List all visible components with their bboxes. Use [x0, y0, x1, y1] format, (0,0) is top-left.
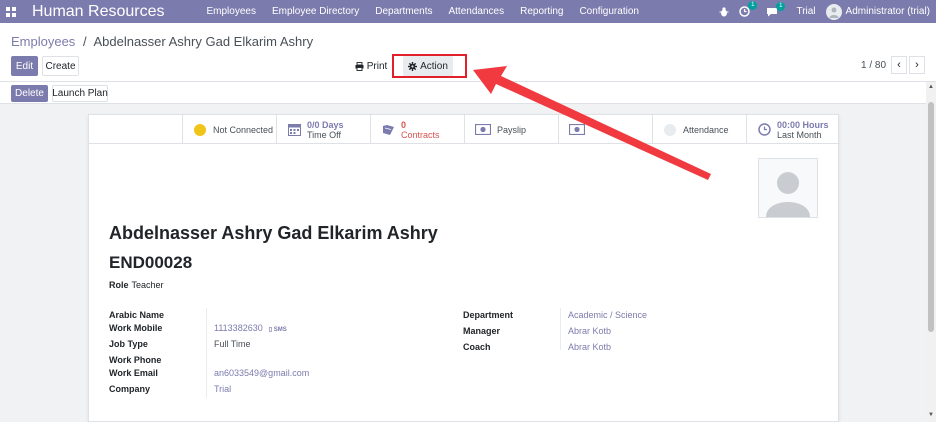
menu-configuration[interactable]: Configuration: [571, 6, 646, 17]
job-type-value[interactable]: Full Time: [214, 339, 251, 349]
contracts-count: 0: [401, 119, 407, 130]
coach-value[interactable]: Abrar Kotb: [568, 342, 611, 352]
breadcrumb-employees[interactable]: Employees: [11, 34, 75, 49]
top-navbar: Human Resources Employees Employee Direc…: [0, 0, 936, 23]
menu-attendances[interactable]: Attendances: [440, 6, 512, 17]
print-icon: [355, 61, 364, 71]
manager-value[interactable]: Abrar Kotb: [568, 326, 611, 336]
attendance-dot-icon: [663, 123, 677, 137]
calendar-icon: [287, 123, 301, 137]
delete-button[interactable]: Delete: [11, 85, 48, 102]
work-mobile-label: Work Mobile: [109, 323, 163, 333]
work-email-value[interactable]: an6033549@gmail.com: [214, 368, 309, 378]
hours-smart-button[interactable]: 00:00 Hours Last Month: [746, 115, 840, 144]
pager-next-button[interactable]: ›: [909, 56, 925, 74]
work-mobile-value: 1113382630: [214, 323, 263, 333]
breadcrumb-current: Abdelnasser Ashry Gad Elkarim Ashry: [93, 34, 314, 49]
payslip-label: Payslip: [497, 124, 527, 135]
print-label: Print: [366, 60, 388, 72]
hours-value: 00:00 Hours: [777, 119, 829, 130]
chevron-left-icon: ‹: [897, 59, 901, 71]
annotation-highlight-box: [392, 54, 467, 78]
clock-icon: [757, 123, 771, 137]
app-title[interactable]: Human Resources: [32, 3, 165, 21]
timeoff-smart-button[interactable]: 0/0 Days Time Off: [276, 115, 370, 144]
activity-icon[interactable]: 1: [739, 1, 758, 17]
breadcrumb: Employees / Abdelnasser Ashry Gad Elkari…: [11, 34, 313, 49]
edit-button[interactable]: Edit: [11, 56, 38, 76]
apps-menu-icon[interactable]: [0, 0, 22, 23]
mobile-icon: ▯: [268, 327, 273, 333]
department-label: Department: [463, 310, 514, 320]
employee-photo[interactable]: [758, 158, 818, 218]
hours-label: Last Month: [777, 129, 822, 140]
user-avatar-icon: [825, 3, 842, 20]
sms-button[interactable]: ▯ SMS: [269, 327, 287, 333]
pager-value[interactable]: 1 / 80: [861, 60, 886, 71]
scroll-down-icon[interactable]: ▼: [928, 412, 934, 418]
job-type-label: Job Type: [109, 339, 148, 349]
arabic-name-label: Arabic Name: [109, 310, 165, 320]
role-label: Role: [109, 280, 129, 290]
role-value[interactable]: Teacher: [132, 280, 164, 290]
menu-reporting[interactable]: Reporting: [512, 6, 571, 17]
print-button[interactable]: Print: [351, 56, 391, 76]
money-smart-button[interactable]: [558, 115, 652, 144]
bug-icon[interactable]: [719, 6, 729, 17]
presence-smart-button[interactable]: Not Connected: [182, 115, 276, 144]
sms-label: SMS: [273, 327, 287, 333]
chevron-right-icon: ›: [915, 59, 919, 71]
message-count-badge: 1: [776, 1, 786, 11]
employee-name[interactable]: Abdelnasser Ashry Gad Elkarim Ashry: [109, 223, 438, 244]
money-icon: [475, 123, 491, 137]
menu-employee-directory[interactable]: Employee Directory: [264, 6, 367, 17]
company-switcher[interactable]: Trial: [796, 6, 815, 17]
right-column-separator: [560, 308, 561, 350]
presence-dot-icon: [193, 123, 207, 137]
book-icon: [381, 123, 395, 137]
manager-label: Manager: [463, 326, 501, 336]
activity-count-badge: 1: [748, 1, 758, 10]
user-name: Administrator (trial): [845, 6, 930, 17]
menu-departments[interactable]: Departments: [367, 6, 440, 17]
user-menu[interactable]: Administrator (trial): [825, 3, 930, 20]
contracts-smart-button[interactable]: 0 Contracts: [370, 115, 464, 144]
coach-label: Coach: [463, 342, 491, 352]
scroll-up-icon[interactable]: ▲: [928, 84, 934, 90]
left-column-separator: [206, 308, 207, 398]
work-mobile-field[interactable]: 1113382630 ▯ SMS: [214, 323, 287, 333]
contracts-label: Contracts: [401, 129, 440, 140]
attendance-smart-button[interactable]: Attendance: [652, 115, 746, 144]
company-value[interactable]: Trial: [214, 384, 231, 394]
presence-label: Not Connected: [213, 124, 274, 135]
smart-spacer: [89, 115, 182, 144]
timeoff-label: Time Off: [307, 129, 342, 140]
control-panel-divider: [0, 81, 936, 82]
role-field: Role Teacher: [109, 280, 164, 290]
money-icon: [569, 123, 585, 137]
scrollbar-thumb[interactable]: [928, 102, 934, 332]
timeoff-value: 0/0 Days: [307, 119, 344, 130]
department-value[interactable]: Academic / Science: [568, 310, 647, 320]
employee-form-sheet: Not Connected 0/0 Days Time Off 0 Contra…: [88, 114, 840, 422]
pager-previous-button[interactable]: ‹: [891, 56, 907, 74]
work-email-label: Work Email: [109, 368, 158, 378]
avatar-placeholder-icon: [766, 172, 810, 217]
vertical-scrollbar[interactable]: ▲ ▼: [926, 82, 936, 422]
smart-buttons-row: Not Connected 0/0 Days Time Off 0 Contra…: [89, 115, 840, 144]
menu-employees[interactable]: Employees: [199, 6, 264, 17]
work-phone-label: Work Phone: [109, 355, 162, 365]
attendance-label: Attendance: [683, 124, 729, 135]
breadcrumb-separator: /: [82, 34, 87, 49]
create-button[interactable]: Create: [42, 56, 79, 76]
payslip-smart-button[interactable]: Payslip: [464, 115, 558, 144]
messages-icon[interactable]: 1: [766, 1, 786, 17]
company-label: Company: [109, 384, 151, 394]
launch-plan-button[interactable]: Launch Plan: [52, 85, 108, 102]
employee-code[interactable]: END00028: [109, 253, 192, 273]
